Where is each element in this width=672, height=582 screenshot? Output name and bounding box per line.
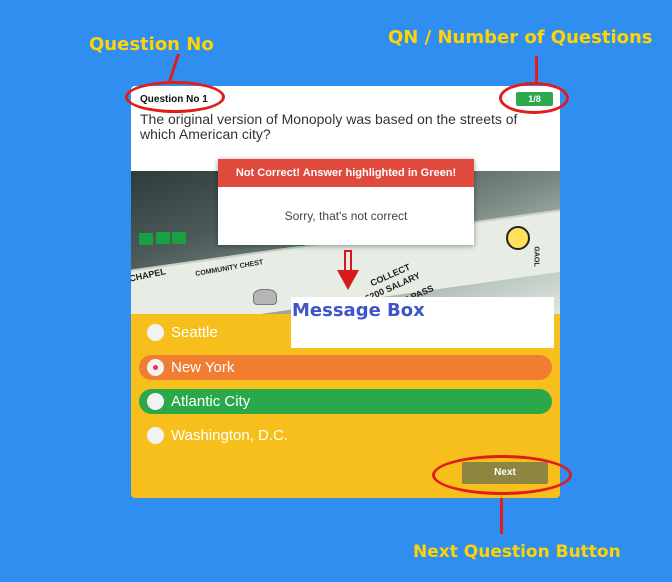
annotation-circle-question-no <box>125 81 225 113</box>
house-piece <box>156 232 170 244</box>
answer-label: New York <box>171 359 235 376</box>
arrow-head-icon <box>337 270 359 290</box>
popup-header: Not Correct! Answer highlighted in Green… <box>218 159 474 187</box>
answer-label: Atlantic City <box>171 393 251 410</box>
question-text: The original version of Monopoly was bas… <box>140 111 518 142</box>
answer-option-new-york[interactable]: New York <box>139 355 552 380</box>
answer-option-washington-dc[interactable]: Washington, D.C. <box>139 423 552 448</box>
radio-icon[interactable] <box>147 324 164 341</box>
annotation-next-button: Next Question Button <box>413 542 621 562</box>
annotation-circle-question-count <box>499 82 569 114</box>
annotation-question-count: QN / Number of Questions <box>388 27 653 48</box>
message-popup: Not Correct! Answer highlighted in Green… <box>218 159 474 245</box>
annotation-question-no: Question No <box>89 34 214 55</box>
annotation-pointer-question-no <box>168 53 180 83</box>
annotation-circle-next-button <box>432 455 572 495</box>
message-box-annotation-panel: Message Box <box>291 297 554 348</box>
answer-option-atlantic-city[interactable]: Atlantic City <box>139 389 552 414</box>
popup-message: Sorry, that's not correct <box>284 209 408 223</box>
board-label-gaol: GAOL <box>532 246 540 267</box>
house-piece <box>172 232 186 244</box>
coin-token <box>506 226 530 250</box>
radio-icon[interactable] <box>147 393 164 410</box>
house-piece <box>139 233 153 245</box>
answer-label: Seattle <box>171 324 218 341</box>
radio-selected-icon[interactable] <box>147 359 164 376</box>
annotation-message-box: Message Box <box>292 300 425 321</box>
silver-token <box>253 289 277 305</box>
answer-label: Washington, D.C. <box>171 427 288 444</box>
radio-icon[interactable] <box>147 427 164 444</box>
arrow-icon <box>344 250 352 272</box>
annotated-screenshot: Question No QN / Number of Questions Nex… <box>0 0 672 582</box>
annotation-pointer-question-count <box>535 56 538 84</box>
annotation-pointer-next <box>500 494 503 534</box>
